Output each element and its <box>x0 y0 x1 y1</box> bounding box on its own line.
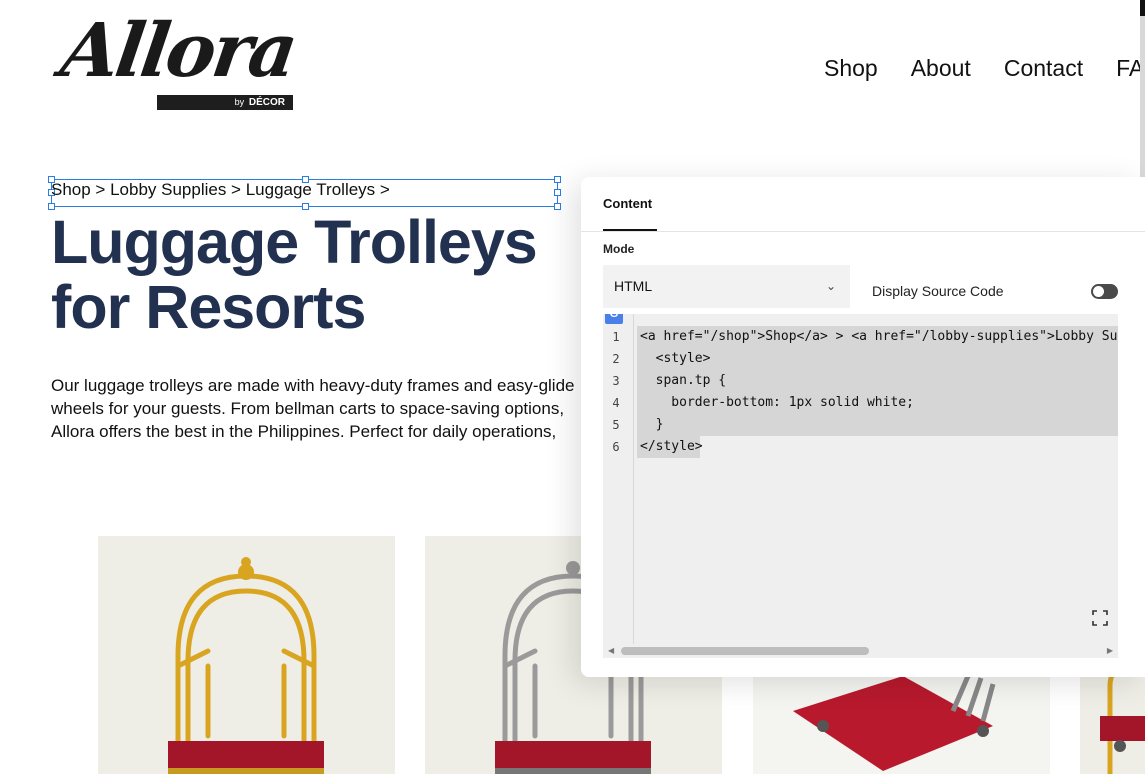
tab-divider <box>581 231 1145 232</box>
scroll-left-icon[interactable]: ◀ <box>608 646 614 655</box>
display-source-label: Display Source Code <box>872 283 1004 299</box>
display-source-toggle[interactable] <box>1091 284 1118 299</box>
tab-content[interactable]: Content <box>603 196 652 211</box>
product-card[interactable] <box>98 536 395 774</box>
chevron-down-icon: ⌄ <box>825 279 836 293</box>
mode-value: HTML <box>614 278 653 294</box>
horizontal-scrollbar[interactable]: ◀ ▶ <box>603 644 1118 658</box>
logo-wordmark: Allora <box>55 8 300 94</box>
resize-handle[interactable] <box>554 189 561 196</box>
code-line: 4 border-bottom: 1px solid white; <box>612 395 914 410</box>
fullscreen-icon[interactable] <box>1092 610 1108 626</box>
translate-icon[interactable]: G <box>605 314 623 324</box>
gold-trolley-image <box>168 557 324 774</box>
intro-paragraph: Our luggage trolleys are made with heavy… <box>51 376 575 446</box>
site-logo[interactable]: Allora by DÉCOR <box>56 8 307 115</box>
code-line: 2 <style> <box>612 351 711 366</box>
main-nav: Shop About Contact FAQ <box>824 54 1145 82</box>
mode-select[interactable]: HTML ⌄ <box>603 265 850 308</box>
nav-contact[interactable]: Contact <box>1004 54 1083 82</box>
breadcrumb[interactable]: Shop > Lobby Supplies > Luggage Trolleys… <box>51 180 390 200</box>
code-line: 3 span.tp { <box>612 373 727 388</box>
page-title: Luggage Trolleys for Resorts <box>51 208 538 341</box>
code-line: 6 </style> <box>612 439 703 454</box>
code-line: 1 <a href="/shop">Shop</a> > <a href="/lo… <box>612 329 1118 344</box>
nav-shop[interactable]: Shop <box>824 54 878 82</box>
scrollbar-thumb[interactable] <box>621 647 869 655</box>
code-editor[interactable]: G 1 <a href="/shop">Shop</a> > <a href="/… <box>603 314 1118 644</box>
nav-about[interactable]: About <box>911 54 971 82</box>
logo-tagline: by DÉCOR <box>157 95 293 110</box>
code-line: 5 } <box>612 417 664 432</box>
mode-label: Mode <box>603 242 635 256</box>
scroll-right-icon[interactable]: ▶ <box>1107 646 1113 655</box>
code-block-editor: Content Mode HTML ⌄ Display Source Code … <box>581 177 1145 677</box>
resize-handle[interactable] <box>554 176 561 183</box>
resize-handle[interactable] <box>554 203 561 210</box>
